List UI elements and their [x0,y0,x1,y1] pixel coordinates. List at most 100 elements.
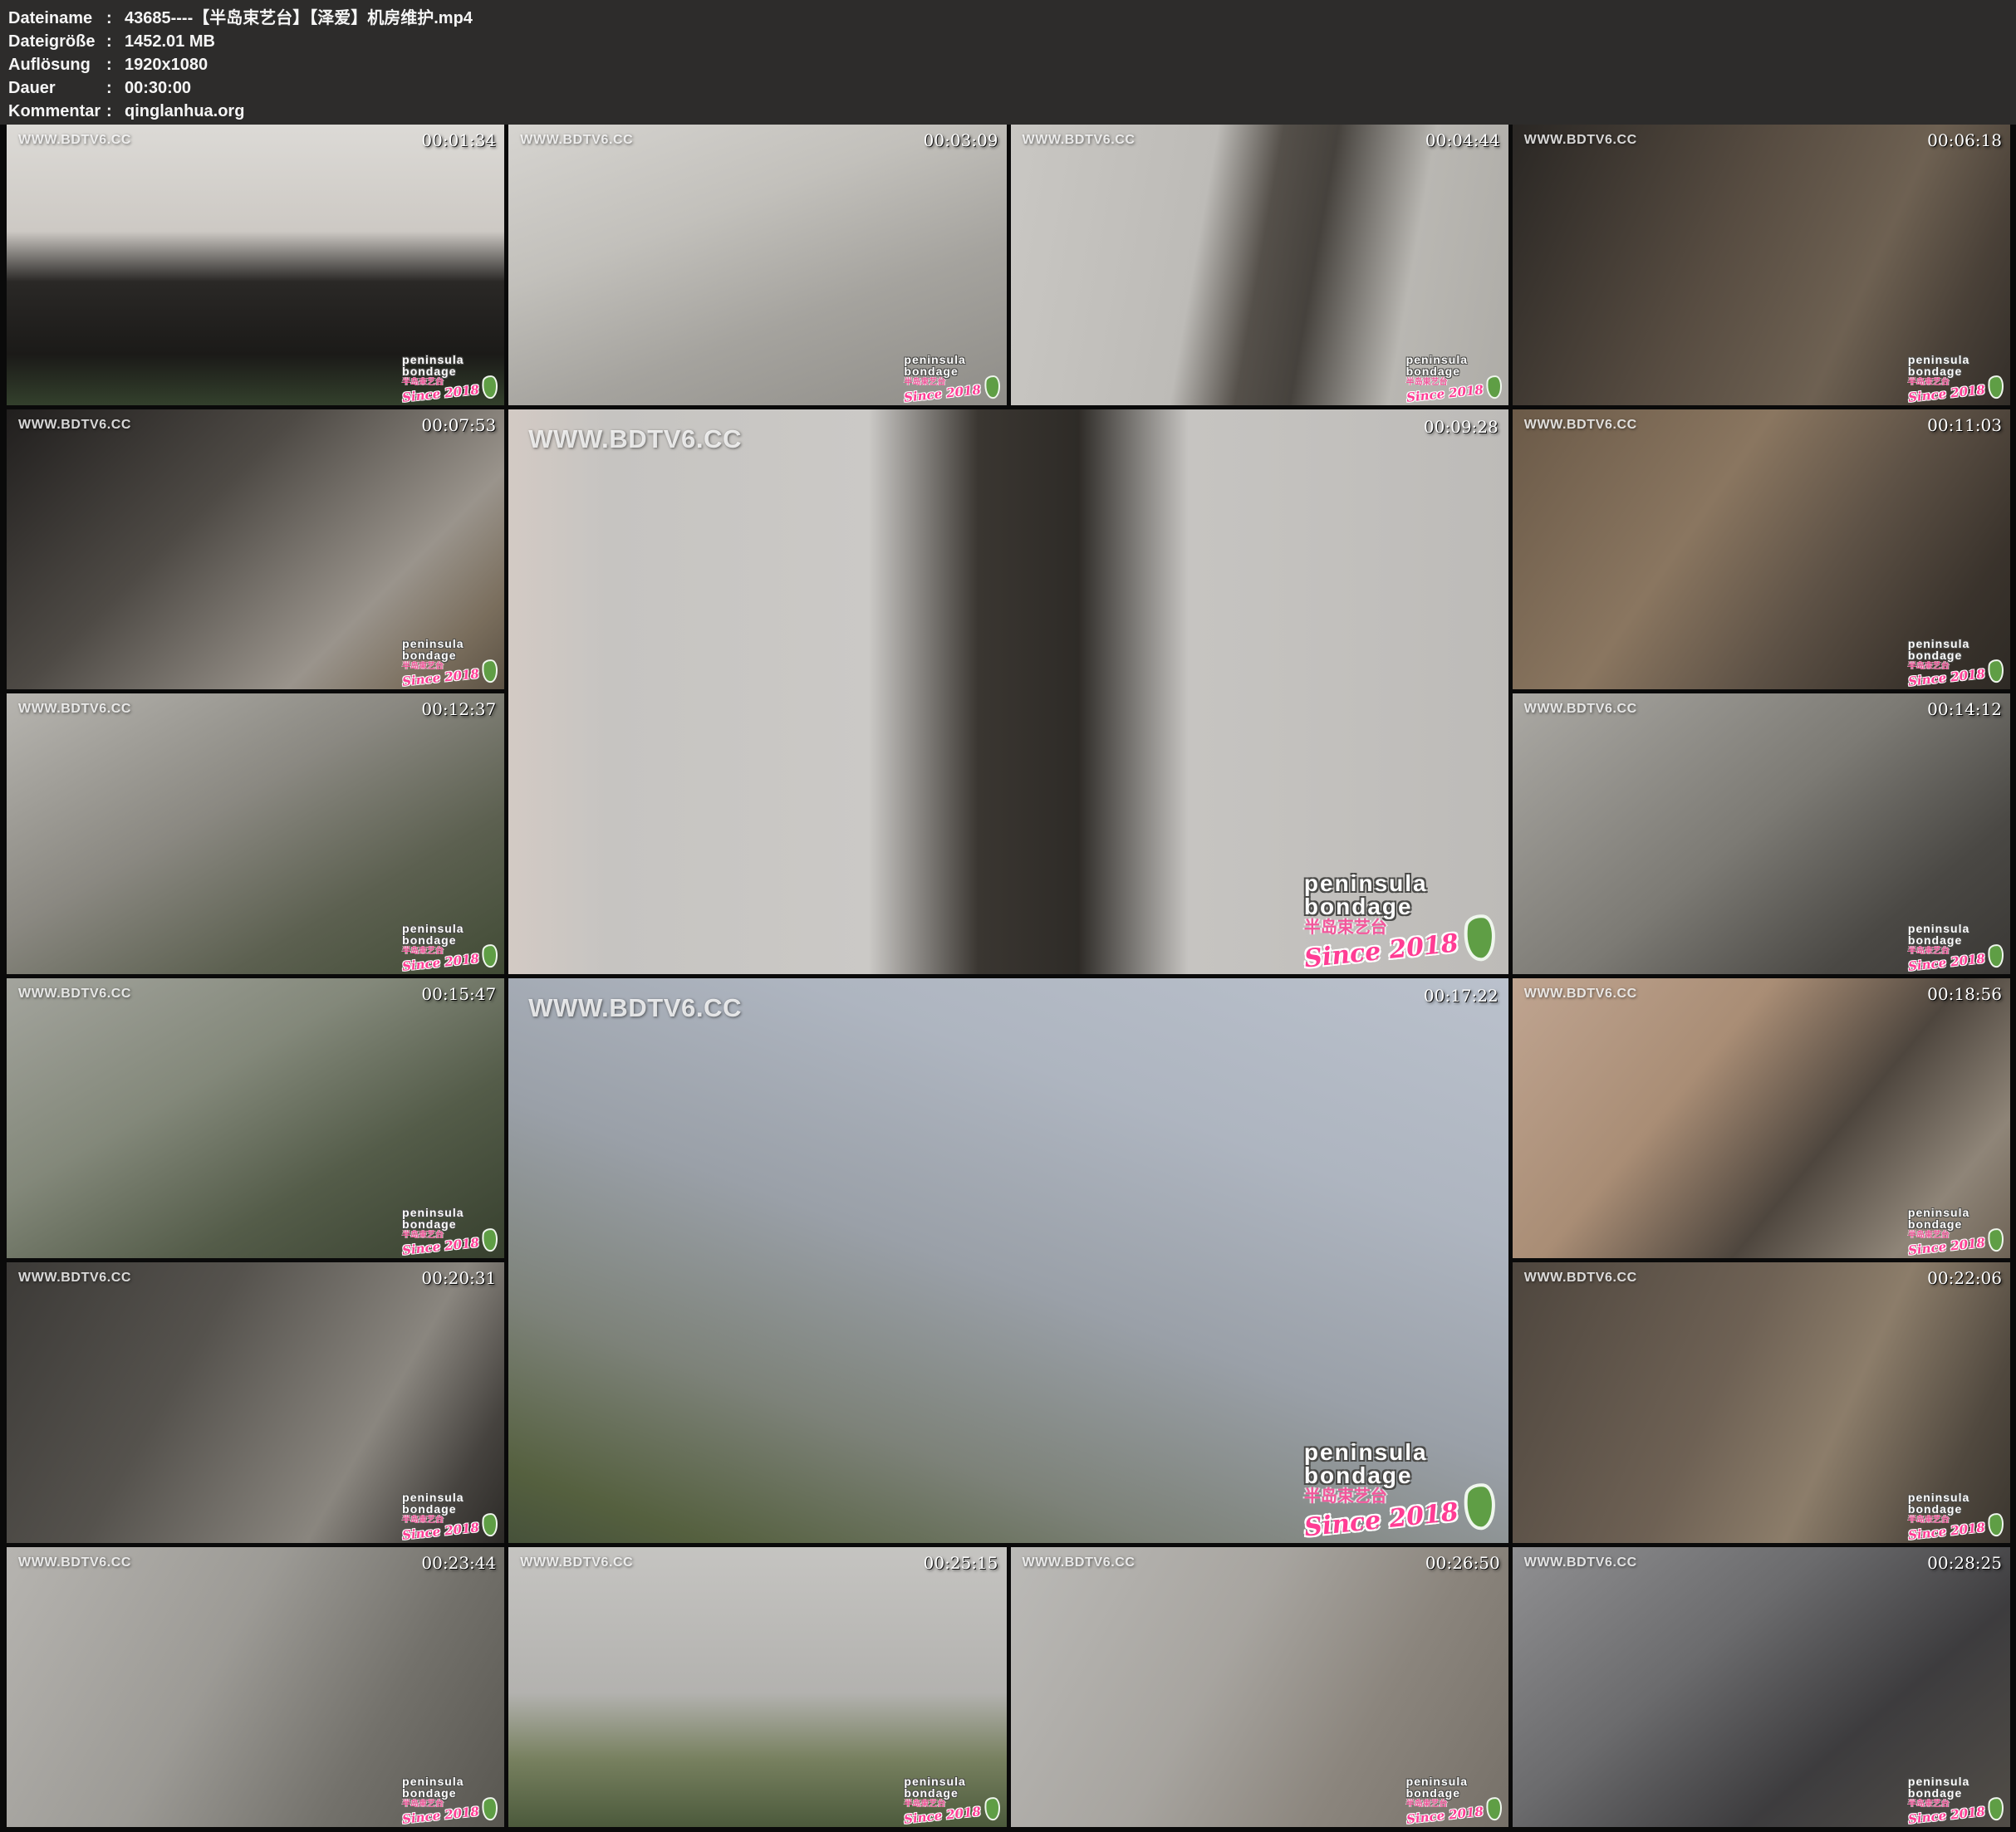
peninsula-bondage-logo: peninsula bondage 半岛束艺台 Since 2018 [1908,923,2004,969]
logo-brand-line2: bondage [402,1503,456,1515]
kneeling-figure-icon [1461,913,1498,963]
kneeling-figure-icon [1987,1512,2005,1537]
logo-brand-line1: peninsula [1908,1492,1969,1503]
logo-brand-line1: peninsula [402,1776,464,1787]
video-thumbnail: WWW.BDTV6.CC 00:14:12 peninsula bondage … [1513,693,2010,974]
timestamp-overlay: 00:25:15 [924,1553,998,1573]
video-thumbnail: WWW.BDTV6.CC 00:26:50 peninsula bondage … [1011,1547,1508,1828]
info-separator: : [106,76,125,100]
logo-text-block: peninsula bondage 半岛束艺台 Since 2018 [402,1492,479,1538]
timestamp-overlay: 00:15:47 [421,984,496,1004]
logo-text-block: peninsula bondage 半岛束艺台 Since 2018 [1908,1207,1985,1253]
logo-brand-line1: peninsula [1406,1776,1468,1787]
watermark-text: WWW.BDTV6.CC [18,987,131,1002]
kneeling-figure-icon [983,1796,1001,1821]
logo-text-block: peninsula bondage 半岛束艺台 Since 2018 [402,1207,479,1253]
logo-brand-line1: peninsula [1908,923,1969,934]
kneeling-figure-icon [481,1796,499,1821]
logo-brand-line1: peninsula [402,354,464,365]
timestamp-overlay: 00:12:37 [421,699,496,719]
logo-brand-line2: bondage [1406,1787,1460,1799]
timestamp-overlay: 00:17:22 [1424,986,1499,1006]
kneeling-figure-icon [1987,375,2005,399]
peninsula-bondage-logo: peninsula bondage 半岛束艺台 Since 2018 [402,1776,498,1822]
peninsula-bondage-logo: peninsula bondage 半岛束艺台 Since 2018 [1908,1207,2004,1253]
peninsula-bondage-logo: peninsula bondage 半岛束艺台 Since 2018 [1304,1440,1495,1533]
watermark-text: WWW.BDTV6.CC [1524,987,1637,1002]
logo-text-block: peninsula bondage 半岛束艺台 Since 2018 [904,354,981,400]
file-info-header: Dateiname : 43685----【半岛束艺台】【泽爱】机房维护.mp4… [0,0,2016,125]
watermark-text: WWW.BDTV6.CC [18,418,131,433]
info-row-resolution: Auflösung : 1920x1080 [8,53,2016,76]
timestamp-overlay: 00:09:28 [1424,417,1499,437]
timestamp-overlay: 00:14:12 [1927,699,2002,719]
logo-text-block: peninsula bondage 半岛束艺台 Since 2018 [1304,1440,1459,1533]
info-label: Dateiname [8,7,106,30]
logo-brand-line2: bondage [1908,1218,1962,1230]
peninsula-bondage-logo: peninsula bondage 半岛束艺台 Since 2018 [402,354,498,400]
logo-brand-line1: peninsula [904,354,965,365]
logo-text-block: peninsula bondage 半岛束艺台 Since 2018 [402,923,479,969]
timestamp-overlay: 00:07:53 [421,415,496,435]
timestamp-overlay: 00:11:03 [1927,415,2002,435]
watermark-text: WWW.BDTV6.CC [528,424,742,454]
watermark-text: WWW.BDTV6.CC [1524,133,1637,148]
peninsula-bondage-logo: peninsula bondage 半岛束艺台 Since 2018 [1406,354,1502,400]
kneeling-figure-icon [983,375,1001,399]
timestamp-overlay: 00:22:06 [1927,1268,2002,1288]
logo-brand-line2: bondage [1406,365,1460,377]
logo-brand-line1: peninsula [1406,354,1468,365]
timestamp-overlay: 00:01:34 [421,130,496,150]
video-thumbnail: WWW.BDTV6.CC 00:06:18 peninsula bondage … [1513,125,2010,405]
logo-brand-line1: peninsula [402,1492,464,1503]
info-row-filename: Dateiname : 43685----【半岛束艺台】【泽爱】机房维护.mp4 [8,7,2016,30]
contact-sheet: Dateiname : 43685----【半岛束艺台】【泽爱】机房维护.mp4… [0,0,2016,1832]
logo-cjk-text: 半岛束艺台 [1908,1516,1950,1525]
kneeling-figure-icon [1987,943,2005,968]
kneeling-figure-icon [1484,375,1503,399]
logo-brand-line2: bondage [1304,894,1413,918]
video-thumbnail: WWW.BDTV6.CC 00:12:37 peninsula bondage … [7,693,504,974]
info-separator: : [106,53,125,76]
info-row-duration: Dauer : 00:30:00 [8,76,2016,100]
logo-brand-line2: bondage [402,934,456,946]
timestamp-overlay: 00:28:25 [1927,1553,2002,1573]
logo-text-block: peninsula bondage 半岛束艺台 Since 2018 [1908,1492,1985,1538]
logo-text-block: peninsula bondage 半岛束艺台 Since 2018 [1908,638,1985,684]
info-value-filename: 43685----【半岛束艺台】【泽爱】机房维护.mp4 [125,7,473,30]
logo-cjk-text: 半岛束艺台 [402,948,444,956]
peninsula-bondage-logo: peninsula bondage 半岛束艺台 Since 2018 [402,638,498,684]
timestamp-overlay: 00:03:09 [924,130,998,150]
logo-brand-line1: peninsula [904,1776,965,1787]
peninsula-bondage-logo: peninsula bondage 半岛束艺台 Since 2018 [904,354,999,400]
logo-text-block: peninsula bondage 半岛束艺台 Since 2018 [1406,354,1484,400]
video-thumbnail: WWW.BDTV6.CC 00:11:03 peninsula bondage … [1513,409,2010,690]
video-thumbnail: WWW.BDTV6.CC 00:15:47 peninsula bondage … [7,978,504,1259]
logo-brand-line1: peninsula [1304,1440,1428,1463]
peninsula-bondage-logo: peninsula bondage 半岛束艺台 Since 2018 [1406,1776,1502,1822]
info-label: Auflösung [8,53,106,76]
info-label: Kommentar [8,100,106,123]
video-thumbnail: WWW.BDTV6.CC 00:23:44 peninsula bondage … [7,1547,504,1828]
watermark-text: WWW.BDTV6.CC [1524,1271,1637,1286]
logo-text-block: peninsula bondage 半岛束艺台 Since 2018 [904,1776,981,1822]
info-value-filesize: 1452.01 MB [125,30,215,53]
info-row-comment: Kommentar : qinglanhua.org [8,100,2016,123]
logo-brand-line1: peninsula [1908,1207,1969,1218]
logo-text-block: peninsula bondage 半岛束艺台 Since 2018 [402,1776,479,1822]
logo-cjk-text: 半岛束艺台 [1908,379,1950,387]
video-thumbnail: WWW.BDTV6.CC 00:07:53 peninsula bondage … [7,409,504,690]
info-value-duration: 00:30:00 [125,76,191,100]
logo-brand-line2: bondage [1908,365,1962,377]
peninsula-bondage-logo: peninsula bondage 半岛束艺台 Since 2018 [1908,1492,2004,1538]
info-label: Dauer [8,76,106,100]
logo-brand-line2: bondage [402,649,456,661]
kneeling-figure-icon [1987,1227,2005,1252]
logo-brand-line1: peninsula [1908,354,1969,365]
kneeling-figure-icon [1987,659,2005,683]
logo-text-block: peninsula bondage 半岛束艺台 Since 2018 [1908,923,1985,969]
logo-text-block: peninsula bondage 半岛束艺台 Since 2018 [402,354,479,400]
kneeling-figure-icon [481,943,499,968]
logo-text-block: peninsula bondage 半岛束艺台 Since 2018 [1908,354,1985,400]
peninsula-bondage-logo: peninsula bondage 半岛束艺台 Since 2018 [402,1492,498,1538]
